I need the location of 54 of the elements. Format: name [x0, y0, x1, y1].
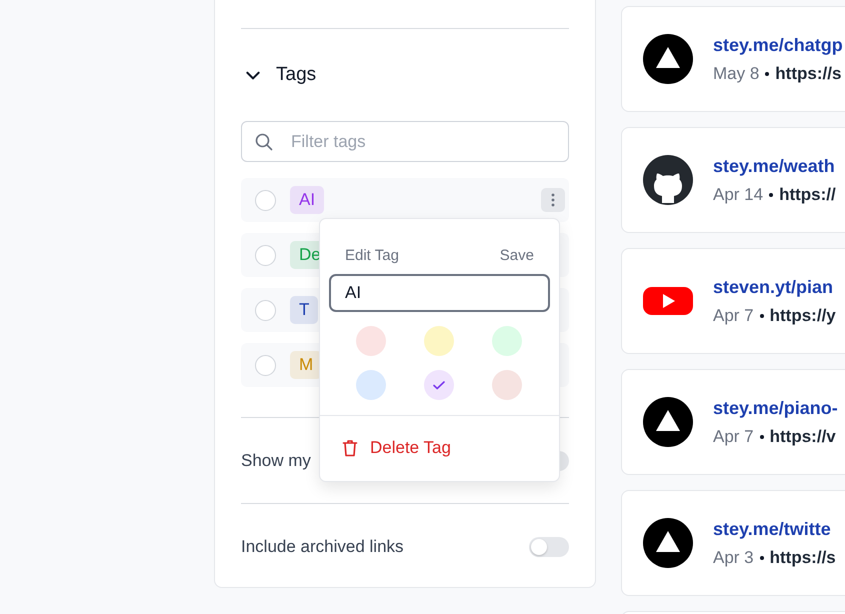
separator-dot [760, 434, 764, 438]
separator-dot [765, 72, 770, 76]
color-swatch[interactable] [492, 326, 522, 356]
link-date: Apr 3 [713, 548, 754, 568]
tag-name-field[interactable]: AI [329, 274, 550, 312]
tag-checkbox[interactable] [255, 190, 276, 210]
delete-tag-button[interactable]: Delete Tag [340, 438, 451, 458]
link-date: Apr 7 [713, 306, 754, 326]
more-button[interactable] [541, 188, 565, 212]
color-swatch[interactable] [424, 326, 454, 356]
color-swatch[interactable] [356, 370, 386, 400]
search-icon [254, 132, 274, 152]
color-swatch[interactable] [424, 370, 454, 400]
color-swatch[interactable] [356, 326, 386, 356]
link-card[interactable]: steven.yt/pian Apr 7 https://y [621, 248, 845, 354]
cat-logo-icon [643, 155, 693, 205]
color-swatch[interactable] [492, 370, 522, 400]
toggle-switch[interactable] [529, 536, 569, 556]
tag-checkbox[interactable] [255, 244, 276, 266]
link-url: https://y [770, 306, 836, 326]
triangle-logo-icon [643, 34, 693, 84]
setting-label: Show my [241, 450, 311, 470]
save-button[interactable]: Save [500, 247, 534, 264]
tag-checkbox[interactable] [255, 300, 276, 320]
link-title[interactable]: stey.me/twitte [713, 518, 836, 540]
link-date: Apr 7 [713, 426, 754, 446]
separator-dot [769, 192, 774, 196]
section-title: Tags [276, 64, 316, 86]
triangle-logo-icon [643, 518, 693, 568]
trash-icon [340, 438, 360, 458]
tag-checkbox[interactable] [255, 354, 276, 376]
tag-chip[interactable]: AI [290, 186, 324, 214]
link-title[interactable]: stey.me/piano- [713, 398, 838, 418]
link-date: Apr 14 [713, 184, 764, 204]
setting-label: Include archived links [241, 536, 404, 556]
link-date: May 8 [713, 64, 760, 84]
link-card[interactable]: stey.me/piano- Apr 7 https://v [621, 369, 845, 475]
filter-field[interactable]: Filter tags [241, 121, 569, 162]
tag-chip[interactable]: T [290, 296, 318, 324]
popup-title: Edit Tag [345, 247, 399, 264]
link-card[interactable]: stey.me/weath Apr 14 https:// [621, 127, 845, 233]
link-title[interactable]: stey.me/chatgp [713, 34, 843, 56]
link-url: https://v [770, 426, 836, 446]
link-url: https://s [770, 548, 836, 568]
link-card[interactable]: stey.me/chatgp May 8 https://s [621, 6, 845, 112]
triangle-logo-icon [643, 397, 693, 447]
kebab-icon [551, 193, 555, 207]
separator-dot [760, 314, 764, 318]
link-title[interactable]: stey.me/weath [713, 156, 836, 176]
link-url: https:// [779, 184, 836, 204]
link-title[interactable]: steven.yt/pian [713, 276, 836, 298]
separator-dot [760, 556, 764, 560]
link-card[interactable]: stey.me/twitte Apr 3 https://s [621, 490, 845, 596]
link-url: https://s [775, 64, 842, 84]
